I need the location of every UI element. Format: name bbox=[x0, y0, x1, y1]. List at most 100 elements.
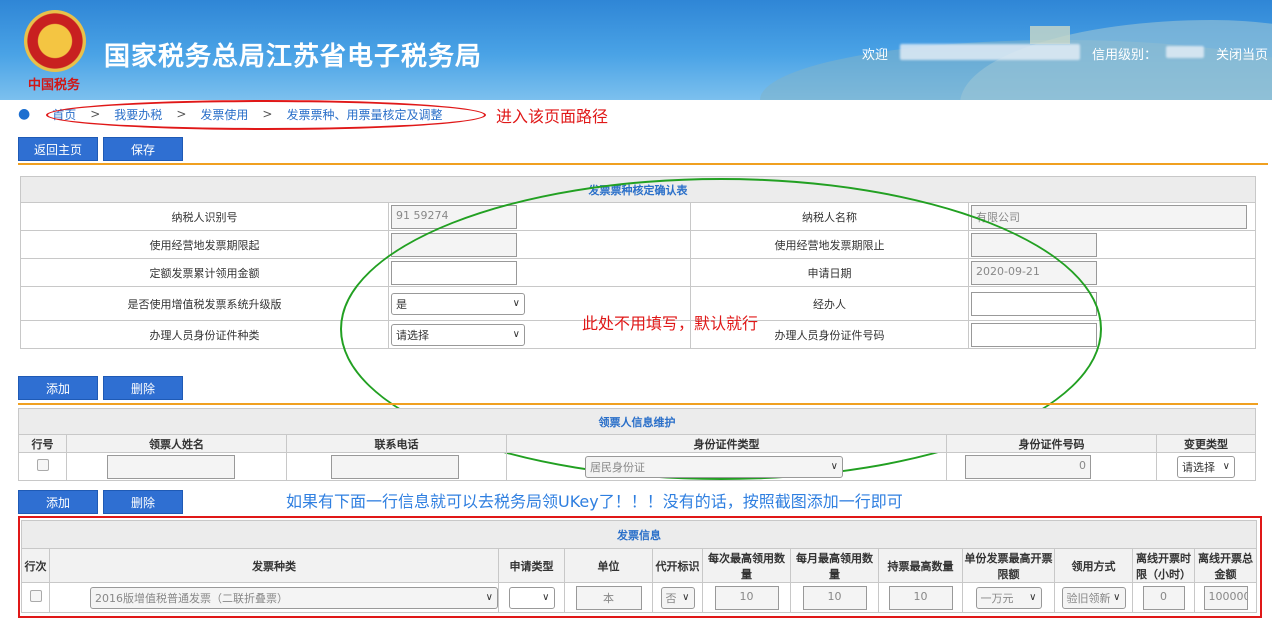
col-offline-amount: 离线开票总金额 bbox=[1194, 548, 1257, 583]
change-type-select[interactable]: 请选择 ∨ bbox=[1177, 455, 1235, 478]
delete-invoice-button[interactable]: 删除 bbox=[103, 490, 183, 514]
recipient-id-type-value: 居民身份证 bbox=[590, 460, 645, 474]
invoice-kind-value: 2016版增值税普通发票（二联折叠票） bbox=[95, 591, 288, 605]
back-home-button[interactable]: 返回主页 bbox=[18, 137, 98, 161]
col-line-no: 行次 bbox=[21, 548, 50, 583]
taxpayer-id-label: 纳税人识别号 bbox=[20, 202, 389, 231]
divider bbox=[18, 163, 1268, 165]
handler-field[interactable] bbox=[971, 291, 1097, 316]
recipient-phone-field[interactable] bbox=[331, 454, 459, 479]
chevron-down-icon: ∨ bbox=[512, 298, 520, 309]
id-type-label: 办理人员身份证件种类 bbox=[20, 320, 389, 349]
chevron-down-icon: ∨ bbox=[1222, 461, 1230, 472]
change-type-value: 请选择 bbox=[1182, 460, 1215, 474]
max-per-time-field[interactable]: 10 bbox=[714, 585, 779, 610]
max-per-month-field[interactable]: 10 bbox=[802, 585, 867, 610]
add-recipient-button[interactable]: 添加 bbox=[18, 376, 98, 400]
single-limit-select[interactable]: 一万元 ∨ bbox=[975, 586, 1042, 609]
row-checkbox[interactable] bbox=[29, 590, 42, 602]
taxpayer-name-label: 纳税人名称 bbox=[690, 202, 969, 231]
col-max-per-month: 每月最高领用数量 bbox=[790, 548, 879, 583]
row-checkbox[interactable] bbox=[36, 459, 49, 471]
default-fields-annotation: 此处不用填写，默认就行 bbox=[582, 314, 759, 333]
delete-recipient-button[interactable]: 删除 bbox=[103, 376, 183, 400]
chevron-down-icon: ∨ bbox=[512, 329, 520, 340]
agent-flag-select[interactable]: 否 ∨ bbox=[660, 586, 695, 609]
emblem-text: 中国税务 bbox=[28, 78, 81, 93]
period-end-field[interactable] bbox=[971, 232, 1097, 257]
col-offline-hours: 离线开票时限（小时） bbox=[1132, 548, 1195, 583]
single-limit-value: 一万元 bbox=[980, 591, 1014, 605]
col-row-no: 行号 bbox=[18, 434, 67, 453]
chevron-down-icon: ∨ bbox=[542, 592, 550, 603]
welcome-text: 欢迎 bbox=[862, 48, 889, 63]
quota-amount-field[interactable] bbox=[391, 260, 517, 285]
breadcrumb-highlight-oval bbox=[46, 100, 486, 130]
invoice-table-title: 发票信息 bbox=[21, 520, 1257, 549]
header-banner: 中国税务 国家税务总局江苏省电子税务局 欢迎 信用级别： 关闭当页 bbox=[0, 0, 1272, 100]
redacted-username bbox=[900, 44, 1080, 60]
apply-date-label: 申请日期 bbox=[690, 258, 969, 287]
confirm-table-title: 发票票种核定确认表 bbox=[20, 176, 1256, 203]
location-pin-icon: ● bbox=[18, 106, 31, 122]
chevron-down-icon: ∨ bbox=[485, 592, 493, 603]
id-type-select[interactable]: 请选择 ∨ bbox=[391, 323, 525, 346]
invoice-info-table: 发票信息 行次 发票种类 申请类型 单位 代开标识 每次最高领用数量 每月最高领… bbox=[21, 520, 1257, 613]
period-start-field[interactable] bbox=[391, 232, 517, 257]
col-id-number: 身份证件号码 bbox=[946, 434, 1157, 453]
col-single-limit: 单份发票最高开票限额 bbox=[962, 548, 1055, 583]
apply-date-field[interactable]: 2020-09-21 bbox=[971, 260, 1097, 285]
recipient-name-field[interactable] bbox=[107, 454, 235, 479]
offline-hours-field[interactable]: 0 bbox=[1142, 585, 1185, 610]
col-max-hold: 持票最高数量 bbox=[878, 548, 963, 583]
recipient-id-type-select[interactable]: 居民身份证 ∨ bbox=[585, 455, 843, 478]
add-invoice-button[interactable]: 添加 bbox=[18, 490, 98, 514]
recipient-id-number-field[interactable]: 0 bbox=[965, 454, 1091, 479]
col-invoice-kind: 发票种类 bbox=[49, 548, 499, 583]
receive-method-select[interactable]: 验旧领新 ∨ bbox=[1061, 586, 1126, 609]
offline-amount-field[interactable]: 100000 bbox=[1203, 585, 1248, 610]
period-end-label: 使用经营地发票期限止 bbox=[690, 230, 969, 259]
invoice-row: 2016版增值税普通发票（二联折叠票） ∨ ∨ 本 否 ∨ 10 10 10 一万元… bbox=[21, 582, 1257, 613]
col-change-type: 变更类型 bbox=[1156, 434, 1256, 453]
chevron-down-icon: ∨ bbox=[682, 592, 690, 603]
chevron-down-icon: ∨ bbox=[830, 461, 838, 472]
period-start-label: 使用经营地发票期限起 bbox=[20, 230, 389, 259]
id-number-field[interactable] bbox=[971, 322, 1097, 347]
taxpayer-id-field[interactable]: 91 59274 bbox=[391, 204, 517, 229]
close-page-link[interactable]: 关闭当页 bbox=[1216, 44, 1268, 63]
receive-method-value: 验旧领新 bbox=[1066, 591, 1111, 605]
col-id-type: 身份证件类型 bbox=[506, 434, 947, 453]
taxpayer-name-field[interactable]: 有限公司 bbox=[971, 204, 1247, 229]
redacted-credit-level bbox=[1166, 46, 1204, 58]
agent-flag-value: 否 bbox=[665, 591, 677, 605]
id-type-value: 请选择 bbox=[396, 328, 429, 342]
col-receive-method: 领用方式 bbox=[1054, 548, 1133, 583]
upgrade-version-value: 是 bbox=[396, 297, 407, 311]
max-hold-field[interactable]: 10 bbox=[888, 585, 953, 610]
col-agent-flag: 代开标识 bbox=[652, 548, 703, 583]
site-title: 国家税务总局江苏省电子税务局 bbox=[104, 42, 483, 72]
ukey-annotation: 如果有下面一行信息就可以去税务局领UKey了！！！没有的话，按照截图添加一行即可 bbox=[286, 492, 903, 511]
chevron-down-icon: ∨ bbox=[1113, 592, 1121, 603]
chevron-down-icon: ∨ bbox=[1029, 592, 1037, 603]
save-button[interactable]: 保存 bbox=[103, 137, 183, 161]
upgrade-version-select[interactable]: 是 ∨ bbox=[391, 292, 525, 315]
invoice-kind-select[interactable]: 2016版增值税普通发票（二联折叠票） ∨ bbox=[90, 586, 498, 609]
col-recipient-name: 领票人姓名 bbox=[66, 434, 287, 453]
recipient-table-title: 领票人信息维护 bbox=[18, 408, 1256, 435]
col-max-per-time: 每次最高领用数量 bbox=[702, 548, 791, 583]
quota-amount-label: 定额发票累计领用金额 bbox=[20, 258, 389, 287]
recipient-table: 领票人信息维护 行号 领票人姓名 联系电话 身份证件类型 身份证件号码 变更类型… bbox=[18, 408, 1256, 481]
apply-type-select[interactable]: ∨ bbox=[508, 586, 555, 609]
upgrade-version-label: 是否使用增值税发票系统升级版 bbox=[20, 286, 389, 321]
recipient-row: 居民身份证 ∨ 0 请选择 ∨ bbox=[18, 452, 1256, 481]
divider bbox=[18, 403, 1258, 405]
breadcrumb-annotation: 进入该页面路径 bbox=[496, 107, 609, 126]
col-apply-type: 申请类型 bbox=[498, 548, 565, 583]
credit-level-label: 信用级别： bbox=[1092, 48, 1158, 63]
col-phone: 联系电话 bbox=[286, 434, 507, 453]
tax-emblem-icon bbox=[24, 10, 86, 72]
unit-field[interactable]: 本 bbox=[575, 585, 642, 610]
col-unit: 单位 bbox=[564, 548, 653, 583]
